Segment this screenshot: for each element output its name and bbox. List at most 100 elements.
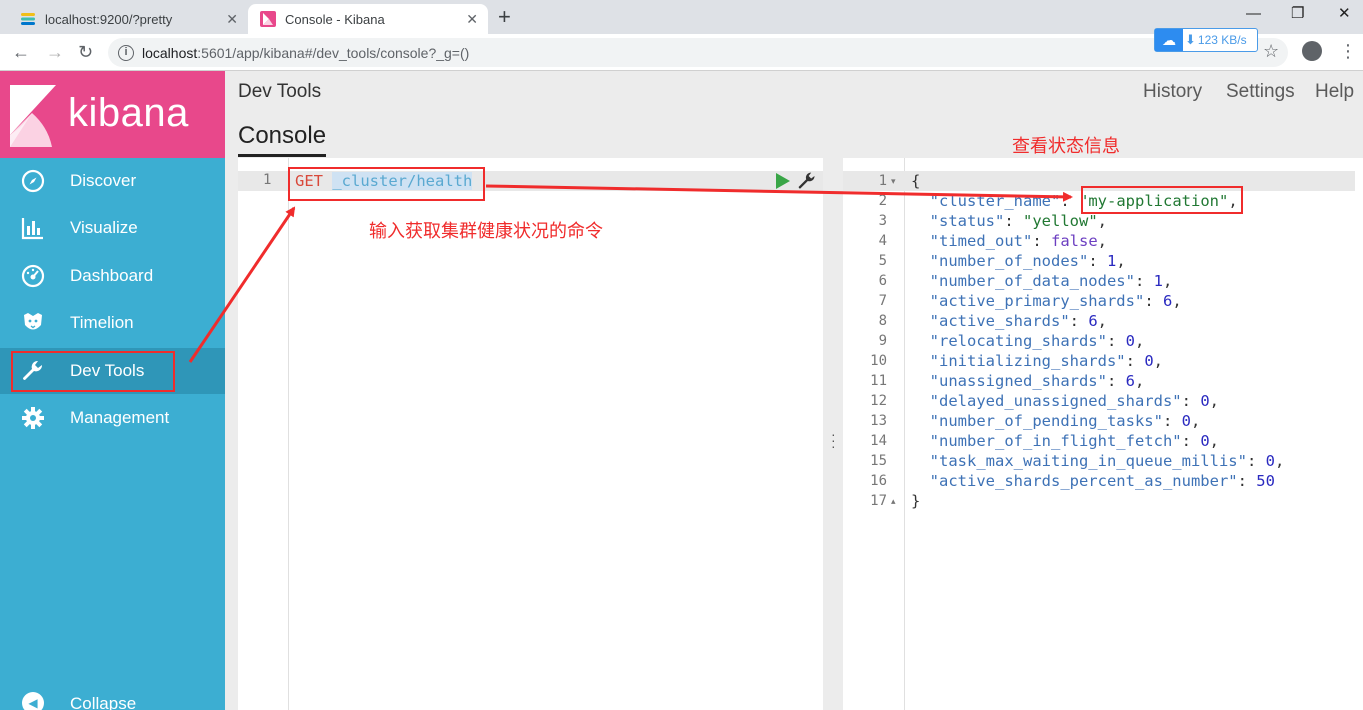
json-value: 0 [1265,452,1275,470]
response-line: "timed_out": false, [929,232,1108,250]
line-number: 14 [870,433,887,449]
tab-title: localhost:9200/?pretty [45,11,173,27]
minimize-window-icon[interactable]: — [1246,5,1261,23]
response-line: "unassigned_shards": 6, [929,372,1145,390]
json-key: "active_primary_shards" [929,292,1145,310]
json-key: "cluster_name" [929,192,1061,210]
history-link[interactable]: History [1143,81,1202,103]
dashboard-icon [20,263,46,289]
line-number: 8 [878,313,887,329]
response-line: "number_of_data_nodes": 1, [929,272,1173,290]
tab-title: Console - Kibana [285,11,385,27]
line-number: 12 [870,393,887,409]
json-value: 6 [1125,372,1135,390]
line-number: 15 [870,453,887,469]
new-tab-button[interactable]: + [498,6,511,28]
json-key: "number_of_in_flight_fetch" [929,432,1182,450]
json-key: "number_of_pending_tasks" [929,412,1163,430]
help-link[interactable]: Help [1315,81,1354,103]
json-value: 0 [1125,332,1135,350]
line-number: 1 [263,172,272,188]
json-value: 1 [1106,252,1117,270]
close-window-icon[interactable]: ✕ [1338,5,1351,23]
drag-handle-icon[interactable]: · · · [831,427,836,453]
sidebar-item-dashboard[interactable]: Dashboard [0,253,225,299]
gear-icon [20,405,46,431]
tab-console[interactable]: Console [238,122,327,157]
json-value: false [1051,232,1098,250]
settings-link[interactable]: Settings [1226,81,1295,103]
line-number: 2 [878,193,887,209]
kibana-favicon-icon [260,11,276,27]
cluster-name-highlight-box [1081,186,1243,214]
sidebar-item-label: Management [70,408,170,427]
line-number: 3 [878,213,887,229]
collapse-icon: ◀ [22,692,44,710]
response-line: "active_primary_shards": 6, [929,292,1182,310]
input-command-annotation: 输入获取集群健康状况的命令 [369,221,603,242]
browser-tab-kibana[interactable]: Console - Kibana ✕ [248,4,488,34]
reload-icon[interactable]: ↻ [78,41,93,63]
line-number: 16 [870,473,887,489]
browser-menu-icon[interactable]: ⋮ [1339,40,1357,62]
json-key: "timed_out" [929,232,1033,250]
request-options-wrench-icon[interactable] [797,171,817,191]
response-line: "relocating_shards": 0, [929,332,1145,350]
response-line: "delayed_unassigned_shards": 0, [929,392,1219,410]
account-icon[interactable] [1302,41,1322,61]
json-value: 0 [1144,352,1154,370]
response-line: "active_shards": 6, [929,312,1108,330]
json-value: 0 [1200,392,1210,410]
sidebar-item-label: Discover [70,171,137,190]
cloud-icon: ☁ [1155,29,1183,51]
bookmark-star-icon[interactable]: ☆ [1263,41,1279,62]
response-line: "task_max_waiting_in_queue_millis": 0, [929,452,1285,470]
page-title: Dev Tools [238,81,322,102]
response-line: "number_of_nodes": 1, [929,252,1126,270]
line-number: 10 [870,353,887,369]
url-text[interactable]: localhost:5601/app/kibana#/dev_tools/con… [142,45,469,61]
line-number: 17 [870,493,887,509]
line-number: 4 [878,233,887,249]
kibana-logo[interactable]: kibana [0,71,225,158]
json-value: 6 [1162,292,1173,310]
json-value: 50 [1256,472,1275,490]
sidebar-item-label: Dashboard [70,266,154,285]
close-tab-icon[interactable]: ✕ [226,11,238,27]
line-number: 9 [878,333,887,349]
sidebar-item-label: Timelion [70,313,134,332]
json-key: "task_max_waiting_in_queue_millis" [929,452,1247,470]
sidebar-item-discover[interactable]: Discover [0,158,225,204]
response-line: "initializing_shards": 0, [929,352,1163,370]
response-output[interactable]: 1 ▾{2 "cluster_name": "my-application", 3 … [843,158,1363,710]
json-value: 6 [1088,312,1098,330]
json-key: "initializing_shards" [929,352,1126,370]
sidebar-item-label: Visualize [70,218,138,237]
send-request-play-icon[interactable] [776,173,790,189]
close-tab-icon[interactable]: ✕ [466,11,478,27]
browser-tab-elasticsearch[interactable]: localhost:9200/?pretty ✕ [8,4,248,34]
bar-chart-icon [20,215,46,241]
line-number: 11 [870,373,887,389]
json-key: "relocating_shards" [929,332,1107,350]
sidebar-item-timelion[interactable]: Timelion [0,300,225,346]
json-value: 1 [1153,272,1163,290]
sidebar-item-visualize[interactable]: Visualize [0,205,225,251]
line-number: 13 [870,413,887,429]
address-bar[interactable]: i localhost:5601/app/kibana#/dev_tools/c… [108,38,1288,67]
timelion-icon [20,310,46,336]
status-info-annotation: 查看状态信息 [1012,136,1120,157]
fold-toggle-icon[interactable]: ▾ [891,171,896,191]
fold-toggle-icon[interactable]: ▴ [891,491,896,511]
site-info-icon[interactable]: i [118,44,134,61]
line-number: 7 [878,293,887,309]
download-arrow-icon: ⬇ [1185,32,1196,47]
json-key: "active_shards_percent_as_number" [929,472,1238,490]
sidebar-item-management[interactable]: Management [0,395,225,441]
response-line: { [911,172,921,190]
restore-window-icon[interactable]: ❐ [1291,5,1304,23]
back-icon[interactable]: ← [12,41,30,63]
json-key: "unassigned_shards" [929,372,1107,390]
forward-icon[interactable]: → [46,41,64,63]
collapse-sidebar-button[interactable]: ◀ Collapse [0,686,225,710]
